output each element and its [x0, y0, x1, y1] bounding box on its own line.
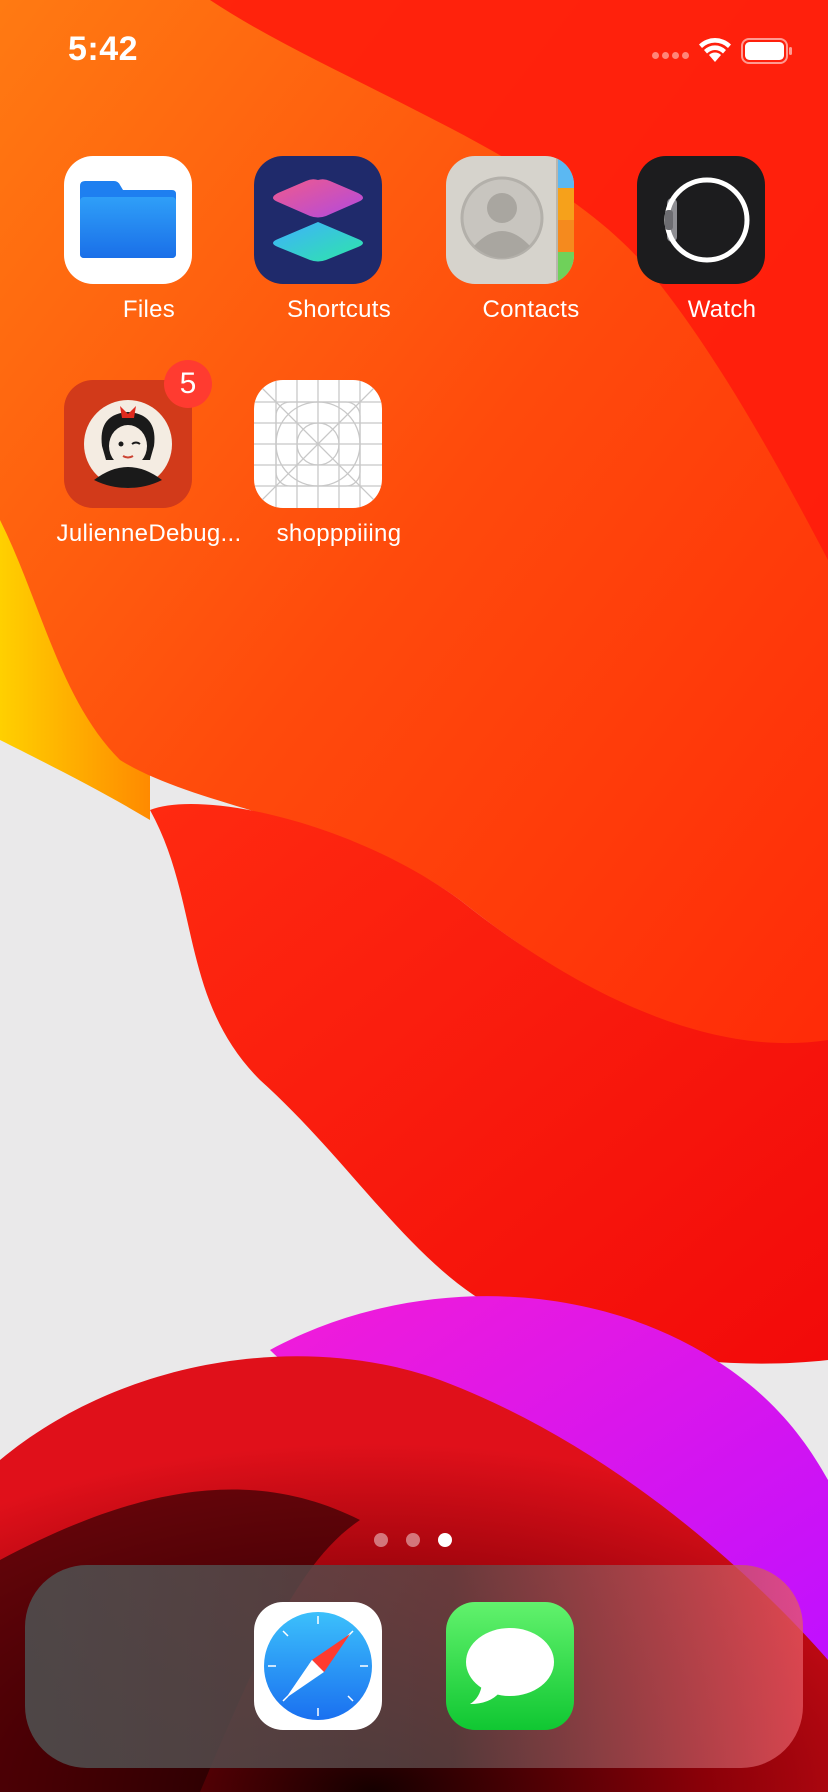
app-label: Watch: [687, 296, 757, 323]
status-time: 5:42: [68, 30, 139, 68]
app-label: Files: [122, 296, 176, 323]
app-label: shopppiiing: [276, 520, 402, 547]
watch-icon: [637, 156, 765, 284]
page-dot[interactable]: [374, 1533, 388, 1547]
page-dot-active[interactable]: [438, 1533, 452, 1547]
placeholder-grid-icon: [254, 380, 382, 508]
dock-app-safari[interactable]: [254, 1602, 382, 1730]
app-label: Shortcuts: [286, 296, 392, 323]
cellular-signal-icon: [652, 52, 689, 59]
app-label: Contacts: [482, 296, 580, 323]
messages-bubble-icon: [466, 1628, 554, 1704]
page-indicator[interactable]: [374, 1533, 452, 1547]
wifi-icon: [699, 38, 731, 62]
files-icon: [64, 156, 192, 284]
status-bar: 5:42: [0, 0, 828, 100]
shortcuts-icon: [254, 156, 382, 284]
dock: [25, 1565, 803, 1768]
page-dot[interactable]: [406, 1533, 420, 1547]
app-label: JulienneDebug...: [56, 520, 242, 547]
battery-icon: [741, 38, 792, 64]
contacts-icon: [446, 156, 574, 284]
dock-app-messages[interactable]: [446, 1602, 574, 1730]
safari-compass-icon: [264, 1612, 372, 1720]
notification-badge: 5: [164, 360, 212, 408]
